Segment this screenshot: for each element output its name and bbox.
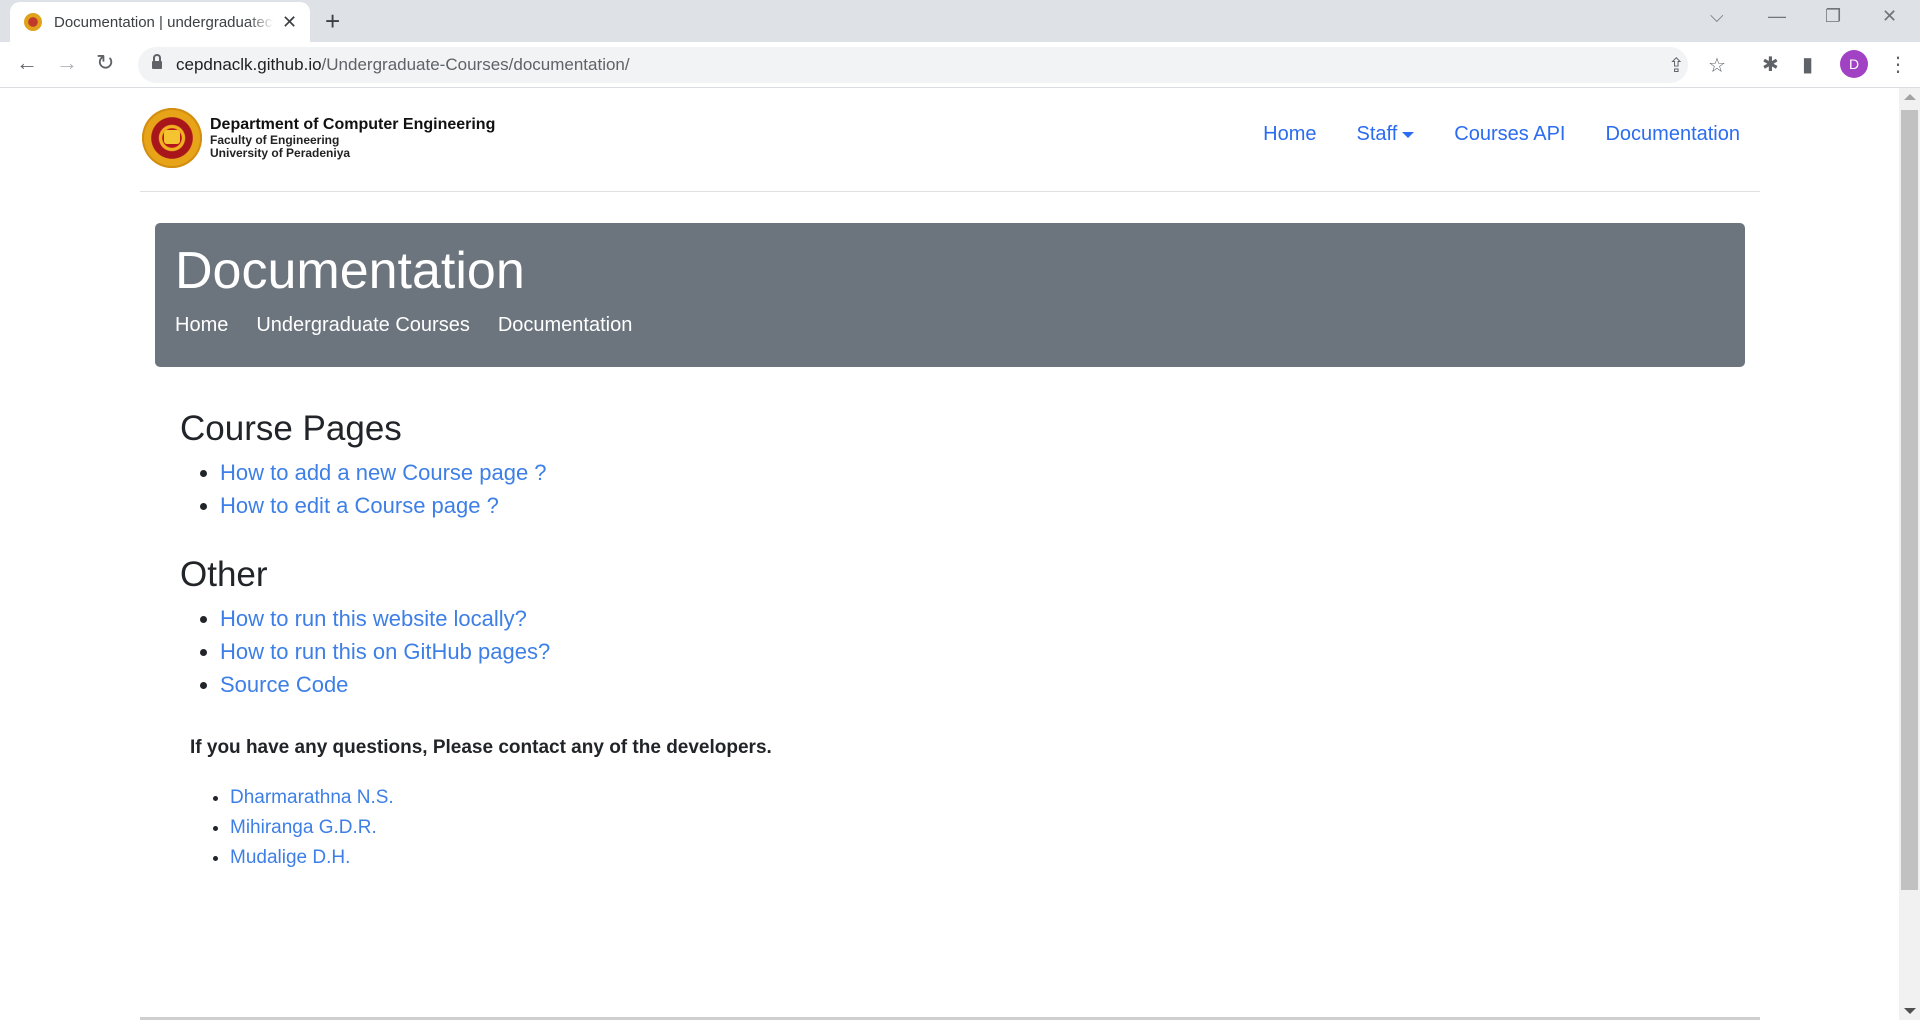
nav-courses-api[interactable]: Courses API: [1454, 123, 1565, 146]
close-icon[interactable]: ✕: [282, 13, 297, 31]
doc-link-edit-course-page[interactable]: How to edit a Course page ?: [220, 493, 499, 518]
doc-link-github-pages[interactable]: How to run this on GitHub pages?: [220, 639, 550, 664]
address-bar[interactable]: cepdnaclk.github.io/Undergraduate-Course…: [138, 47, 1726, 83]
university-crest-icon: [24, 13, 42, 31]
nav-courses-api-label: Courses API: [1454, 123, 1566, 145]
nav-staff-dropdown[interactable]: Staff: [1357, 123, 1415, 146]
developer-list: Dharmarathna N.S. Mihiranga G.D.R. Mudal…: [230, 783, 772, 873]
page-scrollbar[interactable]: [1899, 88, 1920, 1020]
brand-department: Department of Computer Engineering: [210, 116, 496, 134]
site-brand[interactable]: Department of Computer Engineering Facul…: [142, 108, 495, 168]
developer-link[interactable]: Mudalige D.H.: [230, 847, 350, 868]
link-list: How to run this website locally? How to …: [220, 602, 772, 701]
breadcrumb-documentation[interactable]: Documentation: [498, 314, 633, 337]
bookmark-star-icon[interactable]: ☆: [1708, 53, 1726, 78]
developer-link[interactable]: Mihiranga G.D.R.: [230, 817, 377, 838]
browser-toolbar: ← → ↻ cepdnaclk.github.io/Undergraduate-…: [0, 42, 1920, 88]
brand-text: Department of Computer Engineering Facul…: [210, 116, 495, 160]
scroll-up-arrow-icon[interactable]: [1904, 94, 1916, 100]
tab-title: Documentation | undergraduatecourses: [54, 13, 274, 31]
list-item: Dharmarathna N.S.: [230, 783, 772, 813]
more-menu-icon[interactable]: ⋮: [1888, 52, 1908, 77]
breadcrumb-home[interactable]: Home: [175, 314, 228, 337]
profile-avatar[interactable]: D: [1840, 50, 1868, 78]
nav-home[interactable]: Home: [1263, 123, 1316, 146]
university-logo: [142, 108, 202, 168]
reload-icon[interactable]: ↻: [96, 50, 114, 76]
site-navbar: Department of Computer Engineering Facul…: [140, 88, 1760, 192]
brand-faculty: Faculty of Engineering: [210, 132, 340, 147]
nav-home-label: Home: [1263, 123, 1317, 145]
section-other: Other How to run this website locally? H…: [180, 554, 772, 701]
restore-icon[interactable]: ❐: [1825, 6, 1841, 27]
breadcrumb-undergraduate-courses[interactable]: Undergraduate Courses: [256, 314, 469, 337]
lock-icon[interactable]: [152, 54, 162, 71]
list-item: Mihiranga G.D.R.: [230, 813, 772, 843]
nav-staff-label: Staff: [1356, 123, 1398, 145]
page-header-banner: Documentation Home Undergraduate Courses…: [155, 223, 1745, 367]
url-text[interactable]: cepdnaclk.github.io/Undergraduate-Course…: [176, 55, 630, 75]
scrollbar-thumb[interactable]: [1901, 110, 1918, 890]
chevron-down-icon[interactable]: ⌵: [1710, 6, 1724, 27]
list-item: Source Code: [220, 668, 772, 701]
share-icon[interactable]: ⇪: [1668, 53, 1685, 78]
doc-link-add-course-page[interactable]: How to add a new Course page ?: [220, 460, 547, 485]
url-host: cepdnaclk.github.io: [176, 55, 322, 74]
web-page: Department of Computer Engineering Facul…: [0, 88, 1899, 1020]
brand-university: University of Peradeniya: [210, 145, 351, 160]
browser-tab[interactable]: Documentation | undergraduatecourses ✕: [10, 2, 310, 42]
doc-link-source-code[interactable]: Source Code: [220, 672, 348, 697]
list-item: How to run this on GitHub pages?: [220, 635, 772, 668]
nav-documentation-label: Documentation: [1605, 123, 1740, 145]
section-title: Course Pages: [180, 409, 402, 448]
breadcrumb: Home Undergraduate Courses Documentation: [175, 314, 1725, 337]
contact-text: If you have any questions, Please contac…: [190, 737, 772, 758]
new-tab-button[interactable]: +: [325, 6, 340, 37]
list-item: Mudalige D.H.: [230, 843, 772, 873]
page-title: Documentation: [175, 242, 525, 300]
link-list: How to add a new Course page ? How to ed…: [220, 456, 772, 522]
scroll-down-arrow-icon[interactable]: [1904, 1008, 1916, 1014]
url-path: /Undergraduate-Courses/documentation/: [321, 55, 630, 74]
nav-documentation[interactable]: Documentation: [1605, 123, 1740, 146]
list-item: How to run this website locally?: [220, 602, 772, 635]
forward-arrow-icon[interactable]: →: [56, 50, 78, 76]
section-title: Other: [180, 555, 268, 594]
caret-down-icon: [1402, 131, 1415, 138]
doc-link-run-locally[interactable]: How to run this website locally?: [220, 606, 527, 631]
developer-link[interactable]: Dharmarathna N.S.: [230, 787, 394, 808]
list-item: How to edit a Course page ?: [220, 489, 772, 522]
extensions-puzzle-icon[interactable]: ✱: [1762, 52, 1779, 77]
list-item: How to add a new Course page ?: [220, 456, 772, 489]
minimize-icon[interactable]: —: [1768, 6, 1786, 27]
browser-tab-bar: Documentation | undergraduatecourses ✕ +…: [0, 0, 1920, 42]
window-close-icon[interactable]: ✕: [1882, 6, 1897, 27]
documentation-content: Course Pages How to add a new Course pag…: [180, 408, 772, 873]
section-course-pages: Course Pages How to add a new Course pag…: [180, 408, 772, 522]
back-arrow-icon[interactable]: ←: [16, 50, 38, 76]
side-panel-icon[interactable]: ▮: [1802, 52, 1813, 77]
site-nav-links: Home Staff Courses API Documentation: [1263, 123, 1740, 146]
